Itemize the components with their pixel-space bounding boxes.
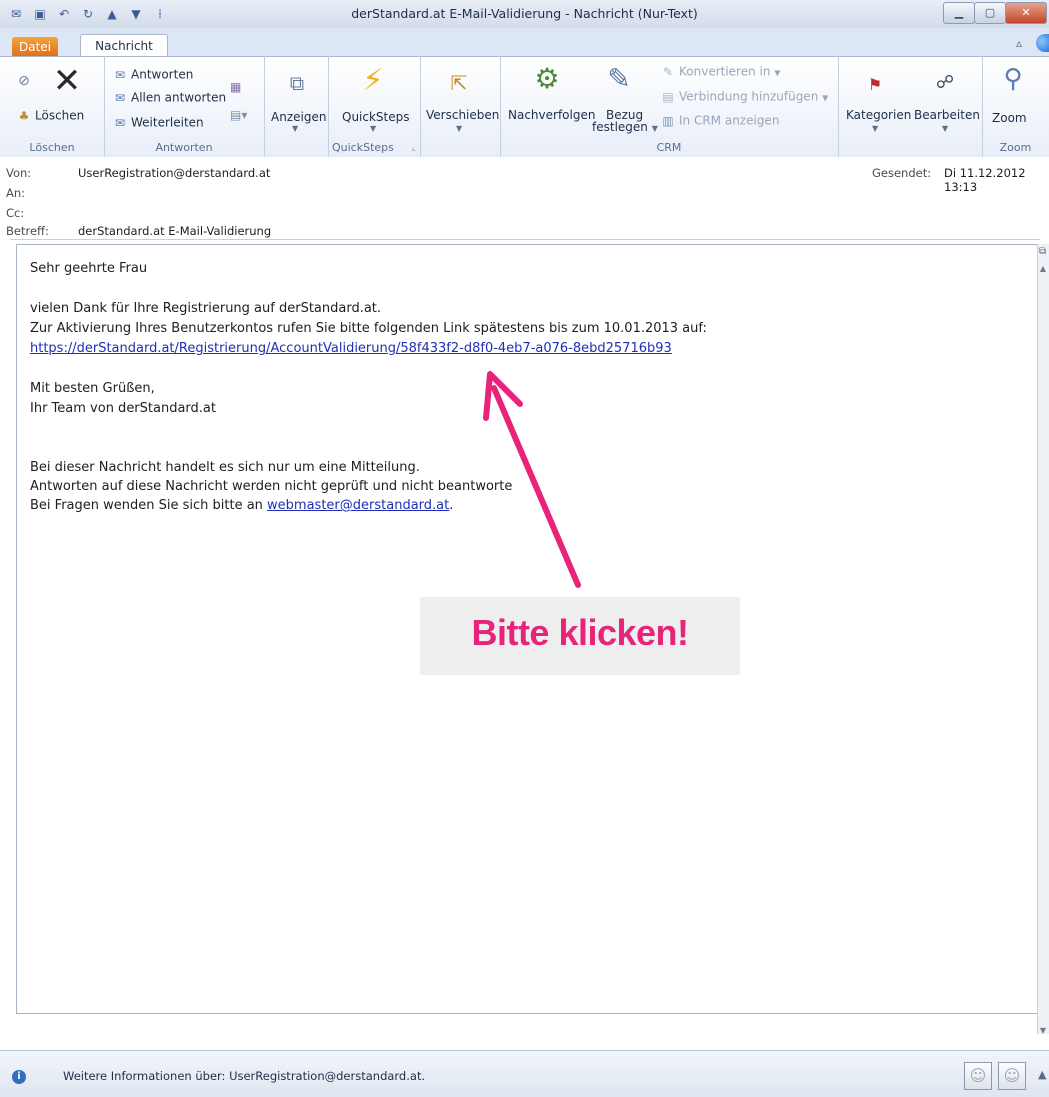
quicksteps-dropdown-icon[interactable]: ▼ <box>370 124 376 133</box>
help-icon[interactable] <box>1036 34 1049 52</box>
group-loeschen: ⊘ ✕ ♣ Löschen Löschen <box>0 56 105 157</box>
group-zoom: ⚲ Zoom Zoom <box>982 56 1049 157</box>
close-button[interactable]: ✕ <box>1005 2 1047 24</box>
binoculars-icon[interactable]: ☍ <box>928 66 962 100</box>
convert-to-button[interactable]: ✎ Konvertieren in ▼ <box>660 64 781 80</box>
verschieben-button[interactable]: Verschieben <box>426 108 499 122</box>
ribbon-minimize-icon[interactable]: ▵ <box>1016 36 1022 50</box>
from-value[interactable]: UserRegistration@derstandard.at <box>78 166 270 180</box>
convert-icon: ✎ <box>662 65 674 79</box>
magnifier-icon[interactable]: ⚲ <box>996 62 1030 96</box>
view-icon[interactable]: ⧉ <box>280 66 314 100</box>
people-pane-toggle-icon[interactable]: ▲ <box>1038 1068 1046 1081</box>
group-label-zoom: Zoom <box>999 141 1032 154</box>
activation-link[interactable]: https://derStandard.at/Registrierung/Acc… <box>30 341 672 356</box>
anzeigen-dropdown-icon[interactable]: ▼ <box>292 124 298 133</box>
group-quicksteps: ⚡ QuickSteps ▼ QuickSteps ⌞ <box>328 56 421 157</box>
lightning-icon[interactable]: ⚡ <box>356 64 390 98</box>
from-label: Von: <box>6 166 32 180</box>
nachverfolgen-button[interactable]: Nachverfolgen <box>508 108 595 122</box>
group-tags: ⚑ Kategorien ▼ ☍ Bearbeiten ▼ <box>838 56 983 157</box>
track-icon[interactable]: ⚙ <box>530 62 564 96</box>
kategorien-button[interactable]: Kategorien <box>846 108 911 122</box>
annotation-arrow <box>483 371 581 588</box>
bearbeiten-button[interactable]: Bearbeiten <box>914 108 980 122</box>
webmaster-email-link[interactable]: webmaster@derstandard.at <box>267 498 449 513</box>
group-label-antworten: Antworten <box>155 141 213 154</box>
kategorien-dropdown-icon[interactable]: ▼ <box>872 124 878 133</box>
pane-options-icon[interactable]: ⧉ <box>1039 246 1048 260</box>
body-note-3: Bei Fragen wenden Sie sich bitte an webm… <box>30 498 454 513</box>
group-verschieben: ⇱ Verschieben ▼ <box>420 56 501 157</box>
cc-label: Cc: <box>6 206 25 220</box>
reply-all-icon: ✉ <box>114 91 126 105</box>
add-connection-button[interactable]: ▤ Verbindung hinzufügen ▼ <box>660 89 828 105</box>
sent-value: Di 11.12.2012 13:13 <box>944 166 1026 194</box>
connection-icon: ▤ <box>662 90 674 104</box>
body-team: Ihr Team von derStandard.at <box>30 401 216 416</box>
tab-message[interactable]: Nachricht <box>80 34 168 58</box>
scroll-down-icon[interactable]: ▼ <box>1038 1026 1048 1038</box>
more-respond-icon[interactable]: ▤▾ <box>230 108 247 122</box>
delete-x-icon[interactable]: ✕ <box>50 64 84 98</box>
minimize-button[interactable]: ▁ <box>943 2 975 24</box>
group-antworten: ✉ Antworten ✉ Allen antworten ✉ Weiterleite… <box>104 56 265 157</box>
info-icon: i <box>12 1070 26 1084</box>
crm-icon: ▥ <box>662 114 674 128</box>
forward-icon: ✉ <box>114 116 126 130</box>
ignore-icon[interactable]: ⊘ <box>14 64 34 98</box>
header-divider <box>10 239 1040 240</box>
forward-button[interactable]: ✉ Weiterleiten <box>112 115 204 131</box>
delete-button[interactable]: ♣ Löschen <box>16 108 85 124</box>
junk-icon: ♣ <box>18 109 30 123</box>
body-note-1: Bei dieser Nachricht handelt es sich nur… <box>30 460 420 475</box>
body-regards: Mit besten Grüßen, <box>30 381 155 396</box>
move-icon[interactable]: ⇱ <box>442 66 476 100</box>
people-pane-text[interactable]: Weitere Informationen über: UserRegistra… <box>63 1069 425 1083</box>
quicksteps-button[interactable]: QuickSteps <box>342 110 410 124</box>
window-controls: ▁ ▢ ✕ <box>943 2 1047 24</box>
sent-label: Gesendet: <box>872 166 932 180</box>
anzeigen-button[interactable]: Anzeigen <box>271 110 326 124</box>
zoom-button[interactable]: Zoom <box>992 111 1027 125</box>
window-title: derStandard.at E-Mail-Validierung - Nach… <box>351 6 698 21</box>
body-line-activation: Zur Aktivierung Ihres Benutzerkontos ruf… <box>30 321 707 336</box>
reply-button[interactable]: ✉ Antworten <box>112 67 193 83</box>
vertical-scrollbar[interactable] <box>1037 244 1049 1034</box>
group-label-quicksteps: QuickSteps <box>332 141 394 154</box>
group-crm: ⚙ Nachverfolgen ✎ Bezug festlegen ▼ ✎ Kon… <box>500 56 839 157</box>
view-in-crm-button[interactable]: ▥ In CRM anzeigen <box>660 113 779 129</box>
flag-icon[interactable]: ⚑ <box>858 68 892 102</box>
avatar[interactable]: ☺ <box>998 1062 1026 1090</box>
group-label-loeschen: Löschen <box>29 141 75 154</box>
scroll-up-icon[interactable]: ▲ <box>1038 264 1048 276</box>
festlegen-button[interactable]: festlegen ▼ <box>592 120 658 134</box>
verschieben-dropdown-icon[interactable]: ▼ <box>456 124 462 133</box>
body-line-thanks: vielen Dank für Ihre Registrierung auf d… <box>30 301 382 316</box>
set-regarding-icon[interactable]: ✎ <box>602 62 636 96</box>
tab-file[interactable]: Datei <box>12 37 58 57</box>
to-label: An: <box>6 186 26 200</box>
body-note-2: Antworten auf diese Nachricht werden nic… <box>30 479 513 494</box>
bearbeiten-dropdown-icon[interactable]: ▼ <box>942 124 948 133</box>
reply-all-button[interactable]: ✉ Allen antworten <box>112 90 226 106</box>
subject-value: derStandard.at E-Mail-Validierung <box>78 224 272 238</box>
group-anzeigen: ⧉ Anzeigen ▼ <box>264 56 329 157</box>
meeting-icon[interactable]: ▦ <box>230 80 241 94</box>
annotation-text: Bitte klicken! <box>471 612 689 653</box>
greeting: Sehr geehrte Frau <box>30 261 148 276</box>
maximize-button[interactable]: ▢ <box>974 2 1006 24</box>
subject-label: Betreff: <box>6 224 49 238</box>
avatar[interactable]: ☺ <box>964 1062 992 1090</box>
dialog-launcher-icon[interactable]: ⌞ <box>412 143 416 153</box>
reply-icon: ✉ <box>114 68 126 82</box>
group-label-crm: CRM <box>656 141 682 154</box>
